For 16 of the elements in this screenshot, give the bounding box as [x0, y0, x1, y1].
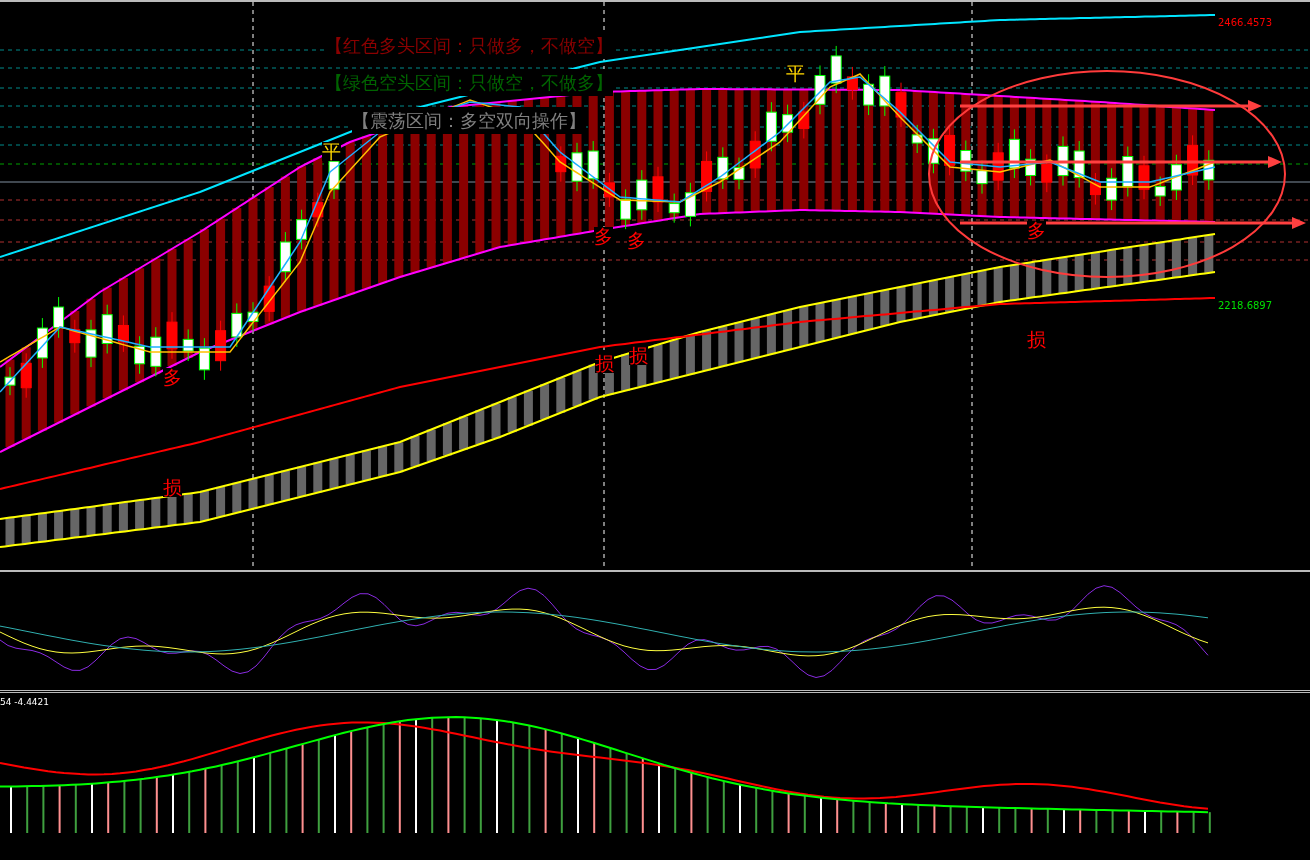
signal-marker: 平: [322, 142, 341, 161]
signal-marker: 多: [627, 231, 646, 250]
signal-marker: 多: [594, 227, 613, 246]
signal-marker: 平: [786, 64, 805, 83]
legend-text: 【震荡区间：多空双向操作】: [352, 107, 586, 134]
price-label: 2218.6897: [1218, 299, 1273, 313]
indicator-value: 54 -4.4421: [0, 696, 50, 709]
signal-marker: 损: [629, 346, 648, 365]
price-label: 2466.4573: [1218, 16, 1273, 30]
signal-marker: 损: [1027, 330, 1046, 349]
signal-marker: 损: [163, 478, 182, 497]
signal-marker: 多: [1027, 221, 1046, 240]
legend-text: 【红色多头区间：只做多，不做空】: [325, 32, 613, 59]
signal-marker: 损: [595, 354, 614, 373]
signal-marker: 多: [163, 368, 182, 387]
legend-text: 【绿色空头区间：只做空，不做多】: [325, 69, 613, 96]
